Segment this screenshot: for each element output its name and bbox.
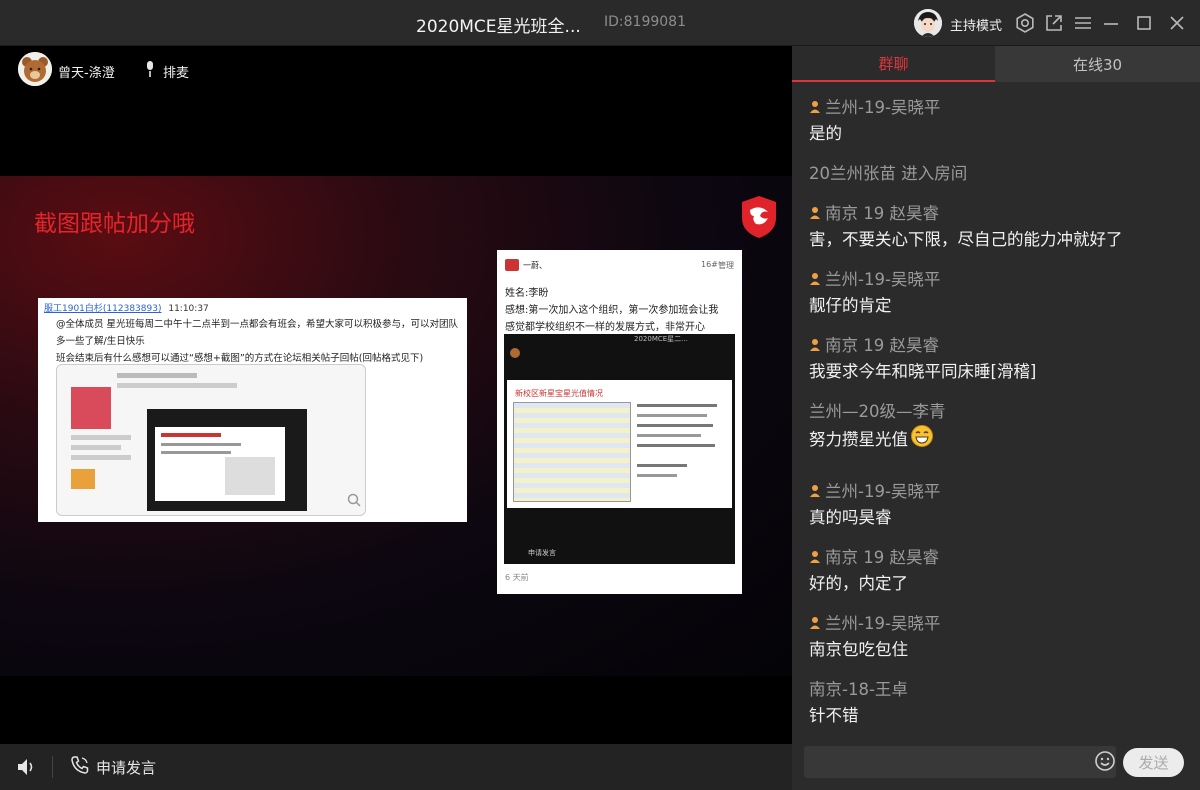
- room-id: ID:8199081: [604, 14, 686, 30]
- message-author[interactable]: 兰州—20级—李青: [809, 398, 946, 422]
- reply-thought-line: 感觉都学校组织不一样的发展方式，非常开心: [505, 322, 705, 333]
- message-list: 兰州-19-吴晓平 是的 20兰州张苗 进入房间 南京 19 赵昊睿 害，不要关…: [792, 82, 1192, 742]
- member-badge-icon: [809, 205, 821, 219]
- reply-time: 6 天前: [505, 573, 529, 582]
- apply-speak-button[interactable]: 申请发言: [70, 756, 156, 778]
- video-stage: 曾天-涤澄 排麦 截图跟帖加分哦 服工1901白杉(112383893) 11:…: [0, 46, 792, 744]
- room-title: 2020MCE星光班全...: [416, 17, 581, 37]
- message-text: 好的，内定了: [809, 574, 908, 593]
- message-text: 努力攒星光值: [809, 424, 934, 452]
- minimize-icon[interactable]: [1100, 12, 1122, 34]
- chat-tabs: 群聊 在线30: [792, 46, 1200, 82]
- speaker-avatar[interactable]: [18, 52, 52, 86]
- maximize-icon[interactable]: [1133, 12, 1155, 34]
- member-badge-icon: [809, 615, 821, 629]
- member-badge-icon: [809, 271, 821, 285]
- emoji-icon[interactable]: [1094, 750, 1116, 772]
- message-author[interactable]: 南京 19 赵昊睿: [809, 200, 939, 224]
- chat-panel: 群聊 在线30 兰州-19-吴晓平 是的 20兰州张苗 进入房间 南京 19 赵…: [792, 46, 1200, 790]
- slide-title: 截图跟帖加分哦: [34, 211, 195, 237]
- reply-manage: 管理: [718, 261, 734, 270]
- post-line: @全体成员 星光班每周二中午十二点半到一点都会有班会，希望大家可以积极参与，可以…: [56, 319, 459, 330]
- message-author[interactable]: 兰州-19-吴晓平: [809, 94, 940, 118]
- message-author[interactable]: 兰州-19-吴晓平: [809, 610, 940, 634]
- post-time: 11:10:37: [168, 304, 209, 314]
- reply-screenshot: 一蔚、 16# 管理 姓名:李盼 感想:第一次加入这个组织，第一次参加班会让我 …: [497, 250, 742, 594]
- embedded-screenshot: [56, 364, 366, 516]
- grin-emoji-icon: [910, 424, 934, 452]
- message-author[interactable]: 南京 19 赵昊睿: [809, 332, 939, 356]
- member-badge-icon: [809, 549, 821, 563]
- message-text: 针不错: [809, 706, 859, 725]
- sender-id: (112383893): [102, 304, 162, 314]
- message-text: 真的吗昊睿: [809, 508, 892, 527]
- apply-speak-label: 申请发言: [96, 758, 157, 777]
- mic-icon: [144, 60, 156, 78]
- message-text: 靓仔的肯定: [809, 296, 892, 315]
- tab-group-chat[interactable]: 群聊: [792, 46, 995, 82]
- message-text: 我要求今年和晓平同床睡[滑稽]: [809, 362, 1037, 381]
- tab-online[interactable]: 在线30: [995, 46, 1200, 82]
- post-line: 班会结束后有什么感想可以通过“感想+截图”的方式在论坛相关帖子回帖(回帖格式见下…: [56, 353, 424, 364]
- message-text: 是的: [809, 124, 842, 143]
- reply-user: 一蔚、: [523, 261, 547, 270]
- close-icon[interactable]: [1166, 12, 1188, 34]
- menu-icon[interactable]: [1072, 12, 1094, 34]
- volume-icon[interactable]: [16, 757, 38, 777]
- mini-avatar: [71, 387, 111, 429]
- stage-control-bar: 申请发言: [0, 744, 792, 790]
- member-badge-icon: [809, 337, 821, 351]
- message-author[interactable]: 南京 19 赵昊睿: [809, 544, 939, 568]
- phone-icon: [70, 755, 90, 779]
- message-author[interactable]: 南京-18-王卓: [809, 676, 908, 700]
- title-bar: 2020MCE星光班全... ID:8199081 主持模式: [0, 0, 1200, 46]
- host-mode-label[interactable]: 主持模式: [950, 15, 1002, 34]
- reply-floor: 16#: [701, 260, 718, 269]
- popout-icon[interactable]: [1043, 12, 1065, 34]
- message-author[interactable]: 兰州-19-吴晓平: [809, 478, 940, 502]
- member-badge-icon: [809, 99, 821, 113]
- system-message: 20兰州张苗 进入房间: [809, 164, 968, 183]
- zoom-icon: [347, 493, 361, 507]
- msi-dragon-logo: [738, 194, 780, 240]
- reply-thought-line: 感想:第一次加入这个组织，第一次参加班会让我: [505, 305, 719, 316]
- post-line: 多一些了解/生日快乐: [56, 336, 145, 347]
- reply-name-line: 姓名:李盼: [505, 288, 549, 299]
- chat-input[interactable]: [804, 746, 1116, 778]
- message-author[interactable]: 兰州-19-吴晓平: [809, 266, 940, 290]
- member-badge-icon: [809, 483, 821, 497]
- mic-queue-button[interactable]: 排麦: [163, 62, 189, 81]
- forum-post-screenshot: 服工1901白杉(112383893) 11:10:37 @全体成员 星光班每周…: [38, 298, 467, 522]
- send-button[interactable]: 发送: [1123, 748, 1184, 777]
- divider: [52, 756, 53, 778]
- sender-name: 服工1901白杉: [44, 304, 103, 314]
- settings-icon[interactable]: [1014, 12, 1036, 34]
- chat-input-area: 发送: [792, 742, 1200, 790]
- shared-slide: 截图跟帖加分哦 服工1901白杉(112383893) 11:10:37 @全体…: [0, 176, 792, 676]
- message-text: 害，不要关心下限，尽自己的能力冲就好了: [809, 230, 1123, 249]
- message-text: 南京包吃包住: [809, 640, 908, 659]
- reply-embedded-stream: 2020MCE星二... 新校区新星宝星光值情况 申请发言: [504, 334, 735, 564]
- reply-avatar: [505, 259, 519, 271]
- host-avatar[interactable]: [914, 9, 942, 37]
- speaker-name: 曾天-涤澄: [58, 66, 115, 81]
